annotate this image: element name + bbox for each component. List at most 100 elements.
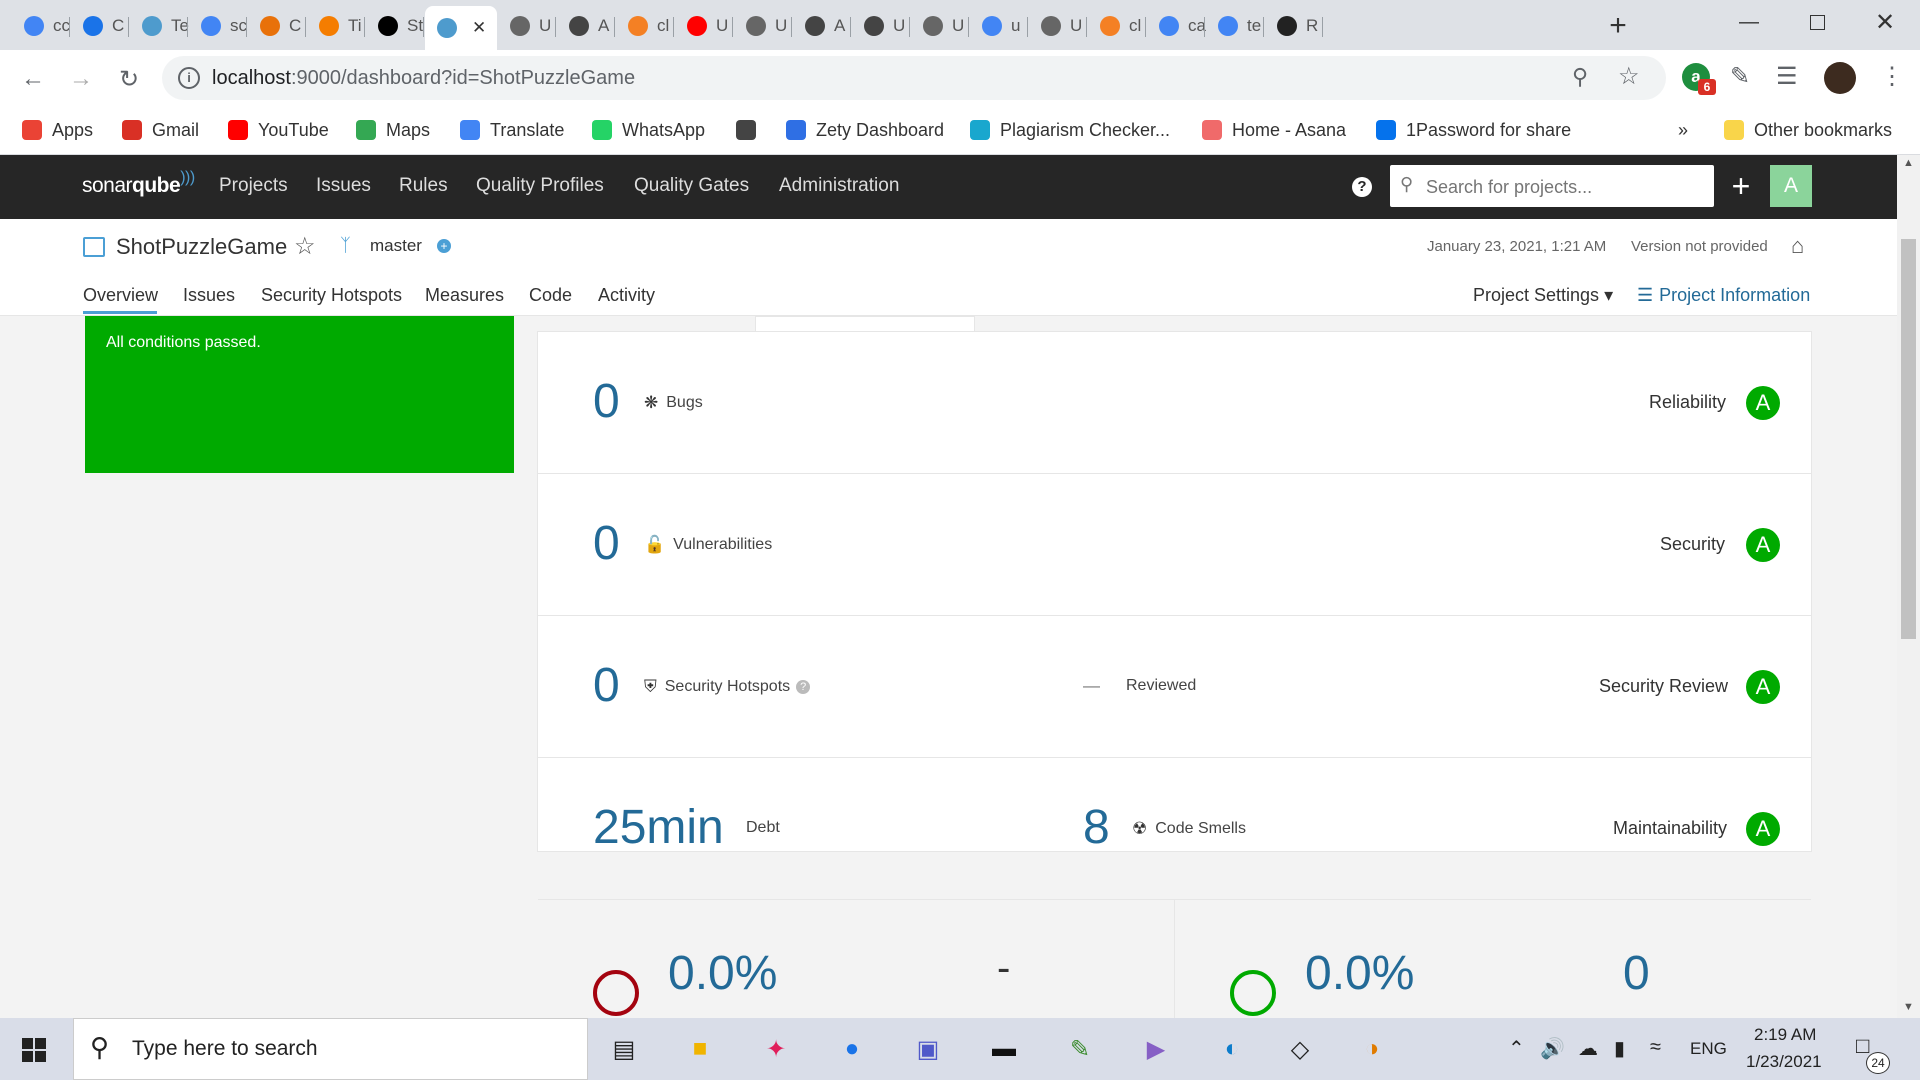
chrome-icon[interactable]: ● [830, 1028, 874, 1070]
help-icon[interactable]: ? [1352, 177, 1372, 197]
browser-tab[interactable]: C [71, 8, 129, 44]
other-bookmarks-folder[interactable]: Other bookmarks [1724, 116, 1892, 144]
coverage-value[interactable]: 0.0% [668, 946, 777, 1001]
browser-tab[interactable]: U [675, 8, 733, 44]
browser-tab[interactable]: ca [1147, 8, 1206, 44]
close-tab-icon[interactable]: ✕ [472, 18, 486, 38]
file-explorer-icon[interactable]: ■ [678, 1028, 722, 1070]
forward-icon[interactable]: → [66, 64, 96, 94]
site-info-icon[interactable]: i [178, 67, 200, 89]
security-review-rating[interactable]: A [1746, 670, 1780, 704]
bookmark-item[interactable]: YouTube [228, 116, 329, 144]
tab-security-hotspots[interactable]: Security Hotspots [261, 285, 402, 306]
clock-time[interactable]: 2:19 AM [1754, 1025, 1816, 1045]
bookmark-item[interactable]: WhatsApp [592, 116, 705, 144]
nav-projects[interactable]: Projects [219, 175, 288, 197]
reliability-rating[interactable]: A [1746, 386, 1780, 420]
unit-tests-value[interactable]: - [997, 946, 1010, 991]
nav-rules[interactable]: Rules [399, 175, 448, 197]
bookmark-item[interactable]: 1Password for share [1376, 116, 1571, 144]
slack-icon[interactable]: ✦ [754, 1028, 798, 1070]
browser-tab[interactable]: cc [12, 8, 70, 44]
browser-tab[interactable]: cl [1088, 8, 1146, 44]
bugs-count[interactable]: 0 [593, 374, 620, 429]
notifications-icon[interactable]: □ [1856, 1033, 1869, 1059]
hotspots-count[interactable]: 0 [593, 658, 620, 713]
reload-icon[interactable]: ↻ [114, 64, 144, 94]
nav-quality-profiles[interactable]: Quality Profiles [476, 175, 604, 197]
language-indicator[interactable]: ENG [1690, 1039, 1727, 1059]
browser-tab[interactable]: U [734, 8, 792, 44]
clock-date[interactable]: 1/23/2021 [1746, 1052, 1822, 1072]
nav-quality-gates[interactable]: Quality Gates [634, 175, 749, 197]
browser-tab[interactable]: u [970, 8, 1028, 44]
notepad-icon[interactable]: ✎ [1058, 1028, 1102, 1070]
browser-tab[interactable]: R [1265, 8, 1323, 44]
browser-tab[interactable]: Te [130, 8, 189, 44]
new-tab-button[interactable]: + [1600, 8, 1636, 44]
browser-tab[interactable]: cl [616, 8, 674, 44]
project-information-link[interactable]: ☰ Project Information [1637, 285, 1810, 306]
bookmark-star-icon[interactable]: ☆ [1618, 62, 1640, 91]
maintainability-rating[interactable]: A [1746, 812, 1780, 846]
bookmark-item[interactable]: Gmail [122, 116, 199, 144]
bookmark-item[interactable]: Zety Dashboard [786, 116, 944, 144]
home-icon[interactable]: ⌂ [1791, 233, 1804, 259]
battery-icon[interactable]: ▮ [1614, 1036, 1625, 1061]
browser-tab[interactable]: te [1206, 8, 1264, 44]
visual-studio-icon[interactable]: ▶ [1134, 1028, 1178, 1070]
tab-issues[interactable]: Issues [183, 285, 235, 306]
branch-name[interactable]: master [370, 236, 422, 256]
back-icon[interactable]: ← [18, 64, 48, 94]
project-title[interactable]: ShotPuzzleGame [116, 234, 287, 260]
profile-avatar[interactable] [1824, 62, 1856, 94]
help-circle-icon[interactable]: ? [796, 680, 811, 694]
bookmark-item[interactable]: Translate [460, 116, 564, 144]
create-project-button[interactable]: + [1726, 165, 1756, 207]
browser-tab[interactable]: sc [189, 8, 247, 44]
restore-button[interactable] [1784, 0, 1850, 44]
tab-code[interactable]: Code [529, 285, 572, 306]
url-text[interactable]: localhost:9000/dashboard?id=ShotPuzzleGa… [212, 67, 635, 90]
bookmark-item[interactable]: Apps [22, 116, 93, 144]
scroll-up-arrow[interactable]: ▲ [1903, 157, 1914, 169]
minimize-button[interactable]: — [1716, 0, 1782, 44]
page-scrollbar[interactable]: ▲ ▼ [1897, 155, 1920, 1018]
scroll-thumb[interactable] [1901, 239, 1916, 639]
browser-tab[interactable]: A [557, 8, 615, 44]
media-control-icon[interactable]: ☰ [1776, 62, 1798, 91]
onedrive-icon[interactable]: ☁ [1578, 1036, 1598, 1061]
browser-tab[interactable]: U [911, 8, 969, 44]
address-bar[interactable]: i localhost:9000/dashboard?id=ShotPuzzle… [162, 56, 1666, 100]
project-search[interactable]: ⚲ [1390, 165, 1714, 209]
teams-icon[interactable]: ▣ [906, 1028, 950, 1070]
branch-info-icon[interactable]: + [437, 239, 451, 253]
search-input[interactable] [1424, 165, 1708, 209]
scroll-down-arrow[interactable]: ▼ [1903, 1001, 1914, 1013]
paint-icon[interactable]: ◑ [1350, 1028, 1394, 1070]
zoom-icon[interactable]: ⚲ [1572, 64, 1588, 90]
browser-tab[interactable]: U [1029, 8, 1087, 44]
extension-icon[interactable]: a 6 [1682, 63, 1716, 95]
browser-tab[interactable]: C [248, 8, 306, 44]
code-smells-count[interactable]: 8 [1083, 800, 1110, 855]
nav-administration[interactable]: Administration [779, 175, 899, 197]
security-rating[interactable]: A [1746, 528, 1780, 562]
bookmark-item[interactable]: Maps [356, 116, 430, 144]
vulnerabilities-count[interactable]: 0 [593, 516, 620, 571]
user-avatar[interactable]: A [1770, 165, 1812, 207]
duplications-value[interactable]: 0.0% [1305, 946, 1414, 1001]
tab-overview[interactable]: Overview [83, 285, 158, 306]
nav-issues[interactable]: Issues [316, 175, 371, 197]
favorite-star-icon[interactable]: ☆ [294, 232, 316, 261]
tray-chevron-icon[interactable]: ⌃ [1508, 1036, 1525, 1061]
unity-icon[interactable]: ◇ [1278, 1028, 1322, 1070]
wifi-icon[interactable]: ≈ [1650, 1036, 1661, 1059]
task-view-icon[interactable]: ▤ [602, 1028, 646, 1070]
chrome-menu-icon[interactable]: ⋮ [1880, 62, 1904, 91]
bookmark-item[interactable]: Plagiarism Checker... [970, 116, 1170, 144]
edge-icon[interactable]: ◐ [1210, 1028, 1254, 1070]
browser-tab[interactable]: ✕ [425, 6, 497, 50]
terminal-icon[interactable]: ▬ [982, 1028, 1026, 1070]
browser-tab[interactable]: U [498, 8, 556, 44]
